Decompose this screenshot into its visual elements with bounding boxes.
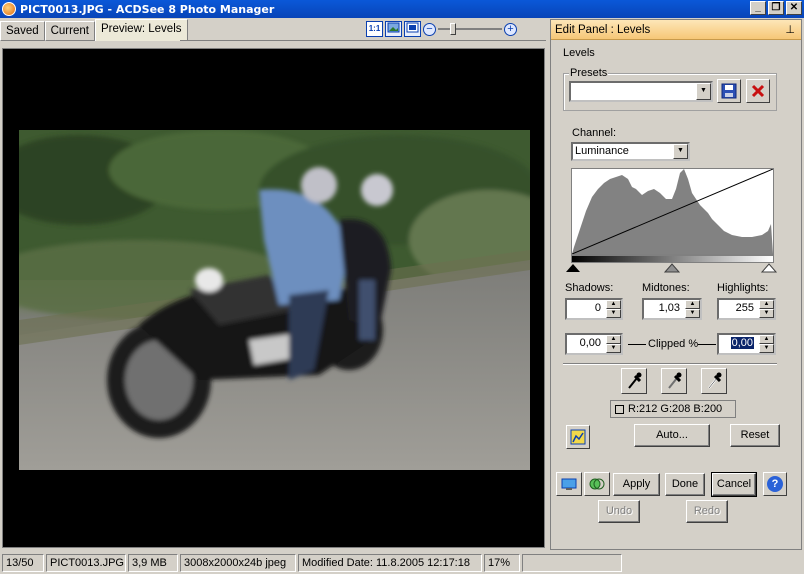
tab-saved[interactable]: Saved: [0, 21, 45, 41]
clipped-label: Clipped %: [648, 338, 699, 350]
zoom-slider[interactable]: [438, 23, 502, 35]
edit-panel-title: Edit Panel : Levels: [555, 23, 651, 36]
delete-preset-button[interactable]: [746, 79, 770, 103]
highlights-label: Highlights:: [717, 282, 769, 294]
level-slider-markers[interactable]: [564, 262, 780, 274]
fit-width-icon[interactable]: [404, 21, 421, 37]
spin-up-icon[interactable]: ▲: [606, 335, 621, 344]
save-disk-icon: [721, 83, 737, 99]
midtones-marker-icon: [663, 263, 681, 273]
cancel-button[interactable]: Cancel: [711, 472, 757, 497]
levels-preset-icon: [570, 429, 586, 445]
clip-highlights-value: 0,00: [730, 337, 754, 349]
color-swatch: [615, 404, 624, 414]
close-button[interactable]: ✕: [786, 1, 802, 15]
chevron-down-icon[interactable]: ▼: [696, 83, 711, 100]
shadows-marker-icon: [566, 264, 580, 272]
eyedropper-white-icon: [708, 372, 722, 389]
help-button[interactable]: ?: [763, 472, 787, 496]
view-tabs: Saved Current Preview: Levels: [0, 19, 188, 41]
zoom-slider-thumb[interactable]: [450, 23, 456, 35]
black-point-eyedropper[interactable]: [621, 368, 647, 394]
clip-shadows-input[interactable]: 0,00 ▲ ▼: [565, 333, 623, 355]
shadows-value: 0: [594, 302, 601, 314]
section-title: Levels: [563, 47, 595, 59]
help-icon: ?: [767, 476, 783, 492]
spin-down-icon[interactable]: ▼: [759, 344, 774, 353]
spin-up-icon[interactable]: ▲: [759, 300, 774, 309]
minimize-button[interactable]: _: [750, 1, 766, 15]
maximize-button[interactable]: ❐: [768, 1, 784, 15]
spin-down-icon[interactable]: ▼: [685, 309, 700, 318]
before-after-button[interactable]: [556, 472, 582, 496]
delete-x-icon: [751, 84, 765, 98]
rgb-readout: R:212 G:208 B:200: [610, 400, 736, 418]
midtones-label: Midtones:: [642, 282, 690, 294]
chevron-down-icon[interactable]: ▼: [673, 144, 688, 159]
status-filename: PICT0013.JPG: [46, 554, 126, 572]
white-point-eyedropper[interactable]: [701, 368, 727, 394]
status-dimensions: 3008x2000x24b jpeg: [180, 554, 296, 572]
apply-button[interactable]: Apply: [613, 473, 660, 496]
auto-button[interactable]: Auto...: [634, 424, 710, 447]
actual-size-button[interactable]: 1:1: [366, 21, 383, 37]
done-button[interactable]: Done: [665, 473, 705, 496]
status-bar: 13/50 PICT0013.JPG 3,9 MB 3008x2000x24b …: [0, 552, 804, 574]
status-filesize: 3,9 MB: [128, 554, 178, 572]
fit-image-icon[interactable]: [385, 21, 402, 37]
status-modified: Modified Date: 11.8.2005 12:17:18: [298, 554, 482, 572]
eyedropper-black-icon: [628, 372, 642, 389]
tab-current[interactable]: Current: [44, 21, 95, 41]
midtones-input[interactable]: 1,03 ▲ ▼: [642, 298, 702, 320]
gray-point-eyedropper[interactable]: [661, 368, 687, 394]
status-position: 13/50: [2, 554, 44, 572]
channel-value: Luminance: [575, 145, 629, 157]
divider: [563, 363, 777, 365]
status-zoom: 17%: [484, 554, 520, 572]
photo-preview[interactable]: [19, 130, 530, 470]
edit-panel-header: Edit Panel : Levels ⊥: [551, 20, 801, 40]
zoom-out-button[interactable]: −: [423, 22, 436, 36]
levels-info-button[interactable]: [566, 425, 590, 449]
shadows-input[interactable]: 0 ▲ ▼: [565, 298, 623, 320]
title-bar: PICT0013.JPG - ACDSee 8 Photo Manager _ …: [0, 0, 804, 18]
spin-down-icon[interactable]: ▼: [606, 344, 621, 353]
redo-button[interactable]: Redo: [686, 500, 728, 523]
highlights-input[interactable]: 255 ▲ ▼: [717, 298, 776, 320]
window-title: PICT0013.JPG - ACDSee 8 Photo Manager: [20, 2, 275, 16]
clip-shadows-value: 0,00: [579, 337, 601, 349]
status-empty: [522, 554, 622, 572]
rgb-readout-text: R:212 G:208 B:200: [628, 403, 723, 415]
clipped-line-right: [698, 344, 716, 345]
compare-icon: [589, 478, 605, 490]
eyedropper-gray-icon: [668, 372, 682, 389]
view-toolbar: 1:1 − +: [366, 21, 517, 37]
pin-icon[interactable]: ⊥: [785, 23, 795, 36]
tab-preview-levels[interactable]: Preview: Levels: [94, 19, 188, 41]
monitor-icon: [561, 478, 577, 490]
midtones-value: 1,03: [658, 302, 680, 314]
channel-dropdown[interactable]: Luminance ▼: [571, 142, 690, 161]
spin-up-icon[interactable]: ▲: [759, 335, 774, 344]
spin-up-icon[interactable]: ▲: [606, 300, 621, 309]
undo-button[interactable]: Undo: [598, 500, 640, 523]
presets-label: Presets: [569, 67, 609, 79]
histogram[interactable]: [571, 168, 774, 255]
channel-label: Channel:: [572, 127, 617, 139]
clipped-line-left: [628, 344, 646, 345]
clip-highlights-input[interactable]: 0,00 ▲ ▼: [717, 333, 776, 355]
highlights-value: 255: [735, 302, 754, 314]
spin-down-icon[interactable]: ▼: [606, 309, 621, 318]
acdsee-app-icon[interactable]: [2, 2, 16, 16]
zoom-in-button[interactable]: +: [504, 22, 517, 36]
compare-button[interactable]: [584, 472, 610, 496]
spin-up-icon[interactable]: ▲: [685, 300, 700, 309]
presets-dropdown[interactable]: ▼: [569, 81, 713, 102]
tab-divider: [180, 40, 546, 41]
reset-button[interactable]: Reset: [730, 424, 780, 447]
save-preset-button[interactable]: [717, 79, 741, 103]
spin-down-icon[interactable]: ▼: [759, 309, 774, 318]
highlights-marker-icon: [760, 263, 778, 273]
shadows-label: Shadows:: [565, 282, 614, 294]
